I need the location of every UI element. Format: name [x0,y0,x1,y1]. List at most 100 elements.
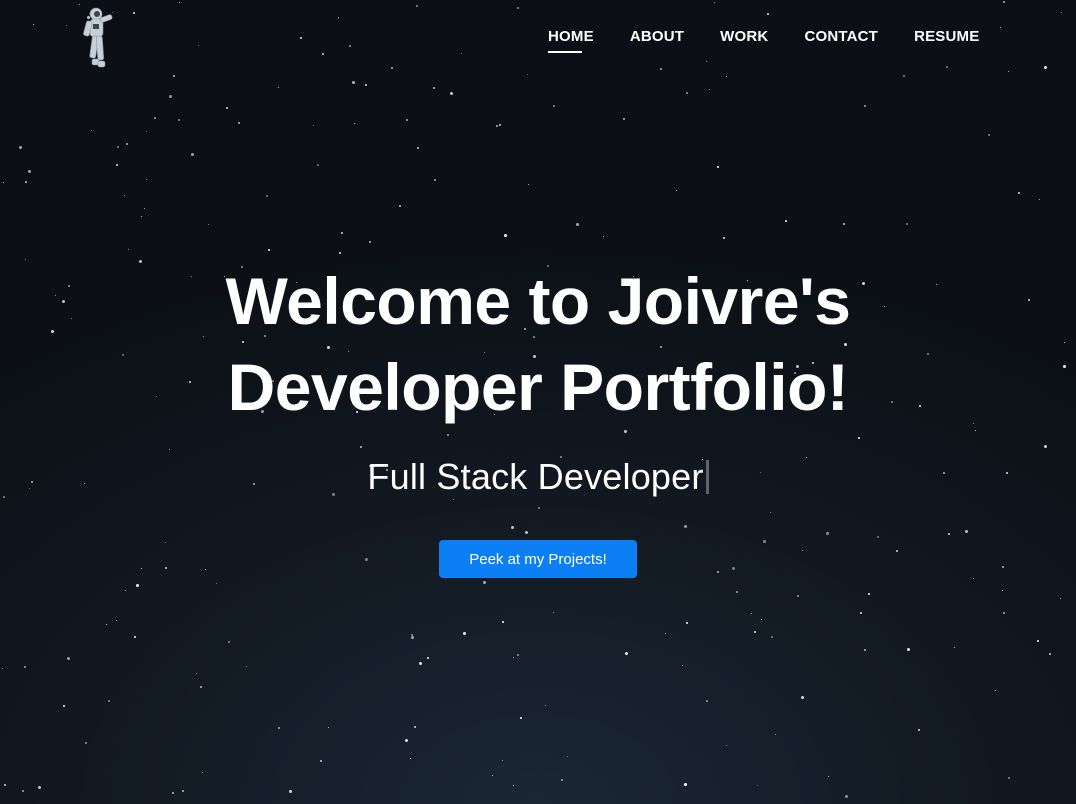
star [528,184,529,185]
star [414,726,416,728]
star [726,76,727,77]
star [205,569,206,570]
star [665,633,666,634]
nav-contact[interactable]: CONTACT [804,28,878,53]
star [763,540,766,543]
star [85,742,87,744]
star [757,785,758,786]
star [682,665,683,666]
star [717,571,719,573]
star [686,92,688,94]
star [1044,445,1047,448]
star [545,705,546,706]
star [172,792,174,794]
star [771,636,773,638]
nav-work[interactable]: WORK [720,28,768,53]
star [338,17,339,18]
star [38,786,41,789]
hero-title-line-2: Developer Portfolio! [227,350,849,424]
star [278,727,280,729]
star [761,619,762,620]
star [864,649,866,651]
star [868,593,870,595]
star [67,657,70,660]
star [116,164,118,166]
star [228,641,230,643]
star [770,512,771,513]
star [144,208,145,209]
star [106,624,107,625]
star [4,784,6,786]
star [520,717,522,719]
star [1000,27,1001,28]
hero-title-line-1: Welcome to Joivre's [225,264,851,338]
star [538,507,540,509]
star [116,620,117,621]
star [369,241,371,243]
view-projects-button[interactable]: Peek at my Projects! [439,540,637,578]
star [360,446,362,448]
star [179,2,180,3]
star [268,249,270,251]
star [1037,640,1039,642]
astronaut-icon[interactable] [78,4,120,70]
star [19,146,22,149]
star [517,7,519,9]
nav-about[interactable]: ABOUT [630,28,684,53]
star [3,182,4,183]
star [399,205,401,207]
star [33,24,34,25]
star [496,125,498,127]
star [684,525,687,528]
star [706,61,707,62]
star [125,590,126,591]
star [313,125,314,126]
star [141,216,142,217]
nav-resume[interactable]: RESUME [914,28,979,53]
star [567,756,568,757]
star [906,223,908,225]
star [278,87,279,88]
star [802,550,803,551]
star [1061,12,1062,13]
star [134,636,136,638]
star [354,123,355,124]
star [317,164,319,166]
star [91,130,92,131]
star [128,249,129,250]
star [411,636,414,639]
star [63,705,65,707]
nav-home[interactable]: HOME [548,28,594,53]
star [801,696,804,699]
star [517,654,519,656]
star [903,75,905,77]
star [427,657,429,659]
star [133,12,135,14]
star [322,53,324,55]
star [896,550,898,552]
star [410,758,411,759]
star [767,13,769,15]
star [1008,71,1009,72]
typing-cursor [705,460,709,494]
star [797,595,799,597]
star [624,430,627,433]
star [686,622,688,624]
star [623,118,625,120]
star [108,700,110,702]
star [513,785,514,786]
hero-subtitle: Full Stack Developer [367,456,704,497]
star [948,533,950,535]
star [676,190,677,191]
star [300,37,302,39]
star [434,179,436,181]
star [453,499,454,500]
star [918,729,920,731]
star [146,179,147,180]
star [1044,66,1047,69]
star [433,87,435,89]
star [117,146,119,148]
star [973,578,974,579]
star [165,542,166,543]
star [1018,192,1020,194]
